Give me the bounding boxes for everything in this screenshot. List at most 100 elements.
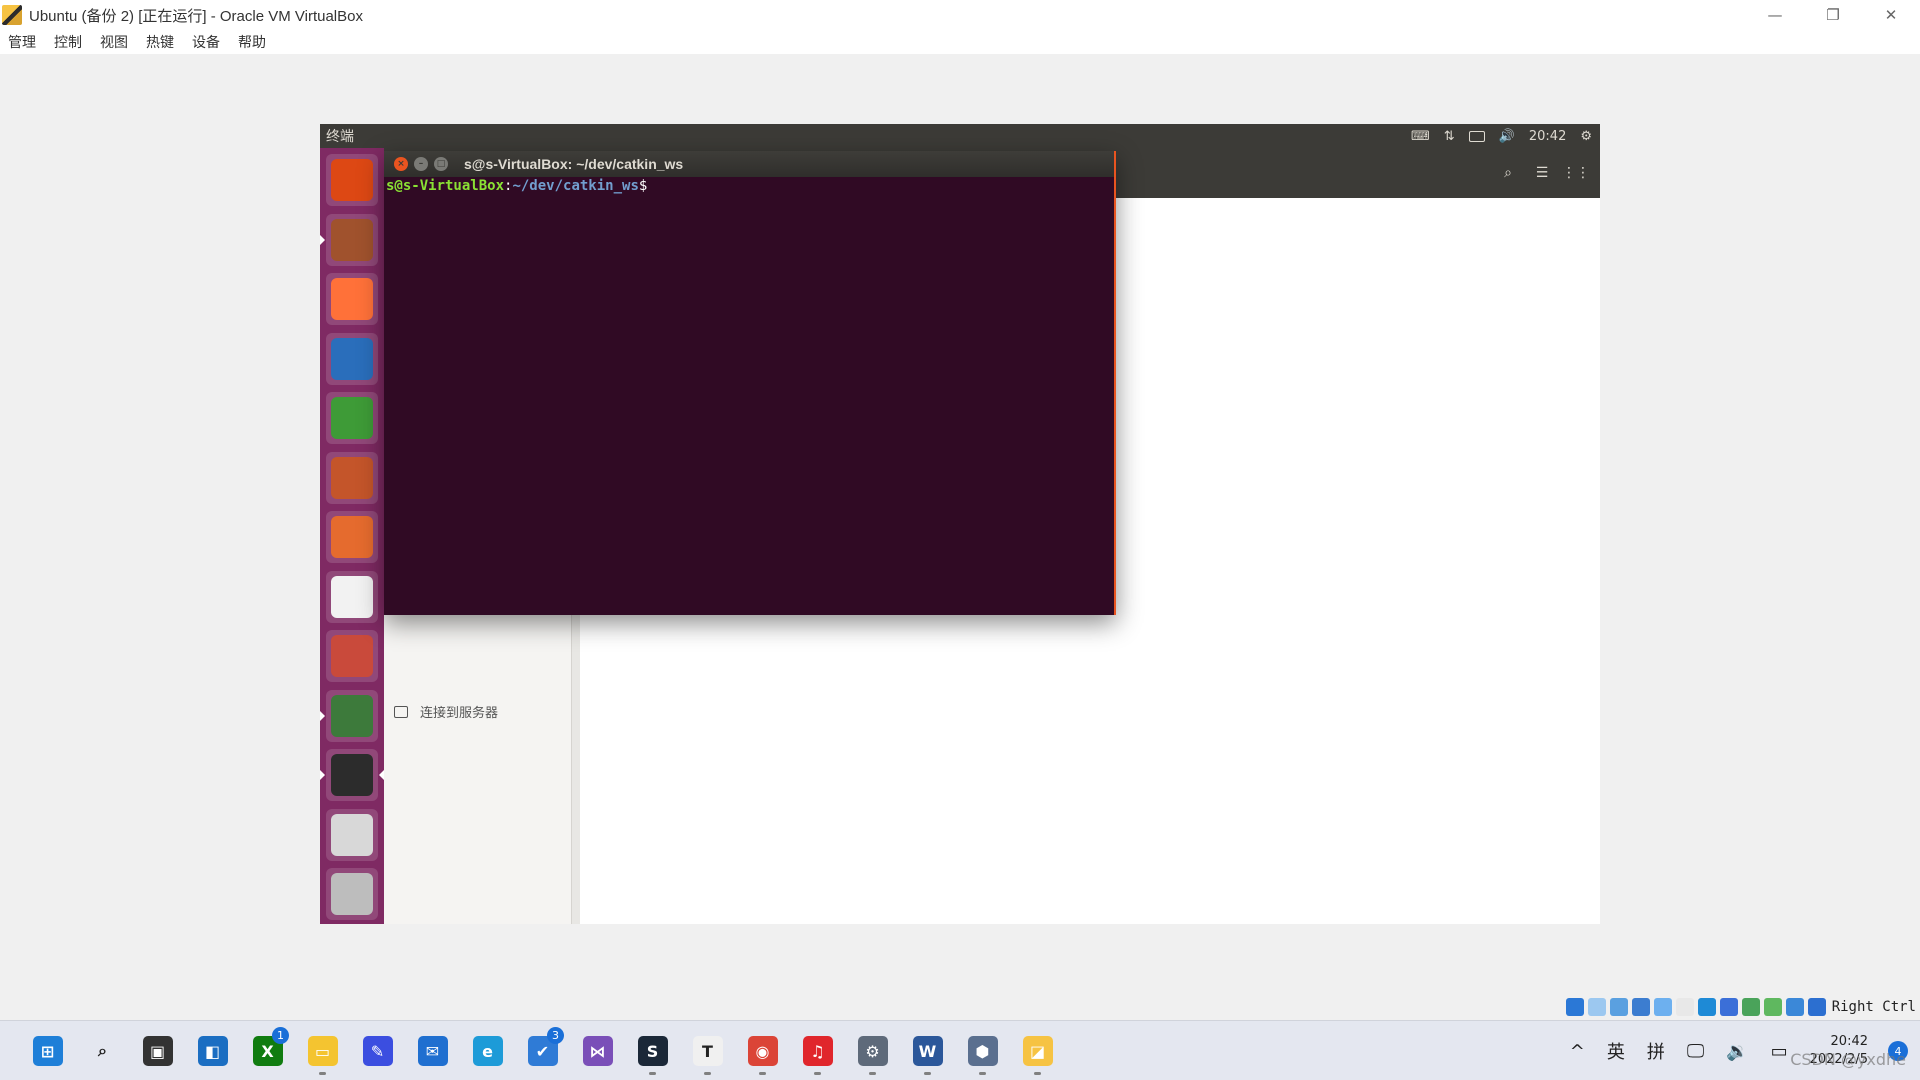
terminal-titlebar[interactable]: × – □ s@s-VirtualBox: ~/dev/catkin_ws	[384, 151, 1114, 177]
widgets-taskbar-button[interactable]: ◧	[185, 1021, 240, 1080]
tray-volume-icon[interactable]: 🔉	[1726, 1041, 1748, 1062]
keyboard-capture-icon[interactable]	[1807, 998, 1826, 1016]
file-explorer-taskbar-button[interactable]: ▭	[295, 1021, 350, 1080]
virtualbox-manager-taskbar-button[interactable]: ⬢	[955, 1021, 1010, 1080]
launcher-firefox-icon-image	[331, 278, 373, 320]
launcher-writer-icon[interactable]	[326, 332, 378, 385]
restore-button[interactable]: ❐	[1804, 0, 1862, 30]
edge-icon: e	[472, 1036, 503, 1066]
launcher-impress-icon[interactable]	[326, 451, 378, 504]
menu-item-view[interactable]: 视图	[100, 32, 128, 52]
launcher-trash-icon[interactable]	[326, 868, 378, 920]
tray-language[interactable]: 英	[1607, 1038, 1625, 1064]
launcher-calc-icon-image	[331, 397, 373, 439]
steam-taskbar-button[interactable]: S	[625, 1021, 680, 1080]
netease-music-taskbar-button[interactable]: ♫	[790, 1021, 845, 1080]
word-icon: W	[912, 1036, 943, 1066]
tray-ime[interactable]: 拼	[1647, 1038, 1665, 1064]
network-icon[interactable]	[1631, 998, 1650, 1016]
running-indicator	[759, 1072, 766, 1075]
sidebar-item-connect-server[interactable]: 连接到服务器	[394, 702, 498, 721]
running-indicator	[320, 234, 325, 245]
menu-item-hotkey[interactable]: 热键	[146, 32, 174, 52]
grid-view-icon[interactable]: ⋮⋮	[1562, 161, 1590, 185]
clock[interactable]: 20:42	[1529, 129, 1566, 144]
todo-taskbar-button[interactable]: ✔ 3	[515, 1021, 570, 1080]
menu-item-manage[interactable]: 管理	[8, 32, 36, 52]
typora-taskbar-button[interactable]: T	[680, 1021, 735, 1080]
launcher-dash-icon[interactable]	[326, 154, 378, 206]
hard-disk-icon[interactable]	[1565, 998, 1584, 1016]
xbox-taskbar-button[interactable]: X1	[240, 1021, 295, 1080]
virtualbox-vm-taskbar-button[interactable]: ◪	[1010, 1021, 1065, 1080]
visual-studio-taskbar-button[interactable]: ⋈	[570, 1021, 625, 1080]
edge-taskbar-button[interactable]: e	[460, 1021, 515, 1080]
visual-studio-icon: ⋈	[582, 1036, 613, 1066]
shared-folder-icon[interactable]	[1675, 998, 1694, 1016]
launcher-firefox-icon[interactable]	[326, 273, 378, 325]
tray-time: 20:42	[1830, 1034, 1868, 1049]
launcher-terminal-icon[interactable]	[326, 749, 378, 801]
launcher-writer-icon-image	[331, 337, 373, 380]
sidebar-item-label: 连接到服务器	[420, 706, 499, 721]
network-indicator-icon[interactable]: ⇅	[1444, 129, 1455, 144]
optical-drive-icon[interactable]	[1587, 998, 1606, 1016]
cpu-icon[interactable]	[1763, 998, 1782, 1016]
usb-icon[interactable]	[1653, 998, 1672, 1016]
launcher-amazon-icon[interactable]	[326, 570, 378, 623]
tray-battery-icon[interactable]: ▭	[1771, 1041, 1788, 1062]
launcher-calc-icon[interactable]	[326, 392, 378, 444]
tray-overflow-chevron-icon[interactable]: ^	[1570, 1041, 1585, 1062]
settings-taskbar-button[interactable]: ⚙	[845, 1021, 900, 1080]
audio-icon[interactable]	[1609, 998, 1628, 1016]
launcher-settings-icon[interactable]	[326, 630, 378, 682]
video-capture-icon[interactable]	[1719, 998, 1738, 1016]
launcher-files-icon[interactable]	[326, 213, 378, 266]
launcher-updater-icon-image	[331, 694, 373, 737]
search-icon: ⌕	[98, 1041, 107, 1060]
launcher-dvd-icon[interactable]	[326, 808, 378, 861]
tray-network-icon[interactable]: 🖵	[1687, 1041, 1704, 1062]
close-button[interactable]: ✕	[1862, 0, 1920, 30]
whiteboard-taskbar-button[interactable]: ✎	[350, 1021, 405, 1080]
minimize-button[interactable]: —	[1746, 0, 1804, 30]
display-icon[interactable]	[1697, 998, 1716, 1016]
search-icon[interactable]: ⌕	[1496, 161, 1520, 185]
app-badge: 1	[272, 1027, 289, 1044]
terminal-minimize-button[interactable]: –	[414, 157, 428, 171]
guest-screen[interactable]: 终端 ⌨ ⇅ 🔊 20:42 ⚙ ⌕ ☰ ⋮⋮ 连接到服务器 × – □ s@s…	[320, 124, 1600, 924]
list-view-icon[interactable]: ☰	[1530, 161, 1554, 185]
menu-item-help[interactable]: 帮助	[238, 32, 266, 52]
chrome-taskbar-button[interactable]: ◉	[735, 1021, 790, 1080]
battery-indicator-icon[interactable]	[1468, 130, 1485, 142]
mouse-integration-icon[interactable]	[1785, 998, 1804, 1016]
volume-indicator-icon[interactable]: 🔊	[1499, 129, 1515, 144]
launcher-software-icon[interactable]	[326, 511, 378, 563]
search-taskbar-button[interactable]: ⌕	[75, 1021, 130, 1080]
menu-item-control[interactable]: 控制	[54, 32, 82, 52]
recording-icon[interactable]	[1741, 998, 1760, 1016]
focused-indicator	[379, 770, 384, 780]
running-indicator	[979, 1072, 986, 1075]
running-indicator	[704, 1072, 711, 1075]
launcher-updater-icon[interactable]	[326, 689, 378, 742]
launcher-dash-icon-image	[331, 159, 373, 201]
terminal-maximize-button[interactable]: □	[434, 157, 448, 171]
terminal-prompt[interactable]: s@s-VirtualBox:~/dev/catkin_ws$	[386, 178, 647, 194]
host-key-label[interactable]: Right Ctrl	[1832, 999, 1916, 1015]
system-gear-icon[interactable]: ⚙	[1580, 129, 1592, 144]
launcher-files-icon-image	[331, 218, 373, 261]
terminal-close-button[interactable]: ×	[394, 157, 408, 171]
chrome-icon: ◉	[747, 1036, 778, 1066]
keyboard-indicator-icon[interactable]: ⌨	[1411, 129, 1430, 144]
virtualbox-logo-icon	[2, 5, 22, 25]
start-taskbar-button[interactable]: ⊞	[20, 1021, 75, 1080]
running-indicator	[320, 710, 325, 721]
word-taskbar-button[interactable]: W	[900, 1021, 955, 1080]
mail-taskbar-button[interactable]: ✉	[405, 1021, 460, 1080]
task-view-taskbar-button[interactable]: ▣	[130, 1021, 185, 1080]
menu-item-devices[interactable]: 设备	[192, 32, 220, 52]
launcher-settings-icon-image	[331, 635, 373, 677]
files-toolbar: ⌕ ☰ ⋮⋮	[1486, 161, 1590, 185]
terminal-window[interactable]: × – □ s@s-VirtualBox: ~/dev/catkin_ws s@…	[384, 151, 1116, 615]
